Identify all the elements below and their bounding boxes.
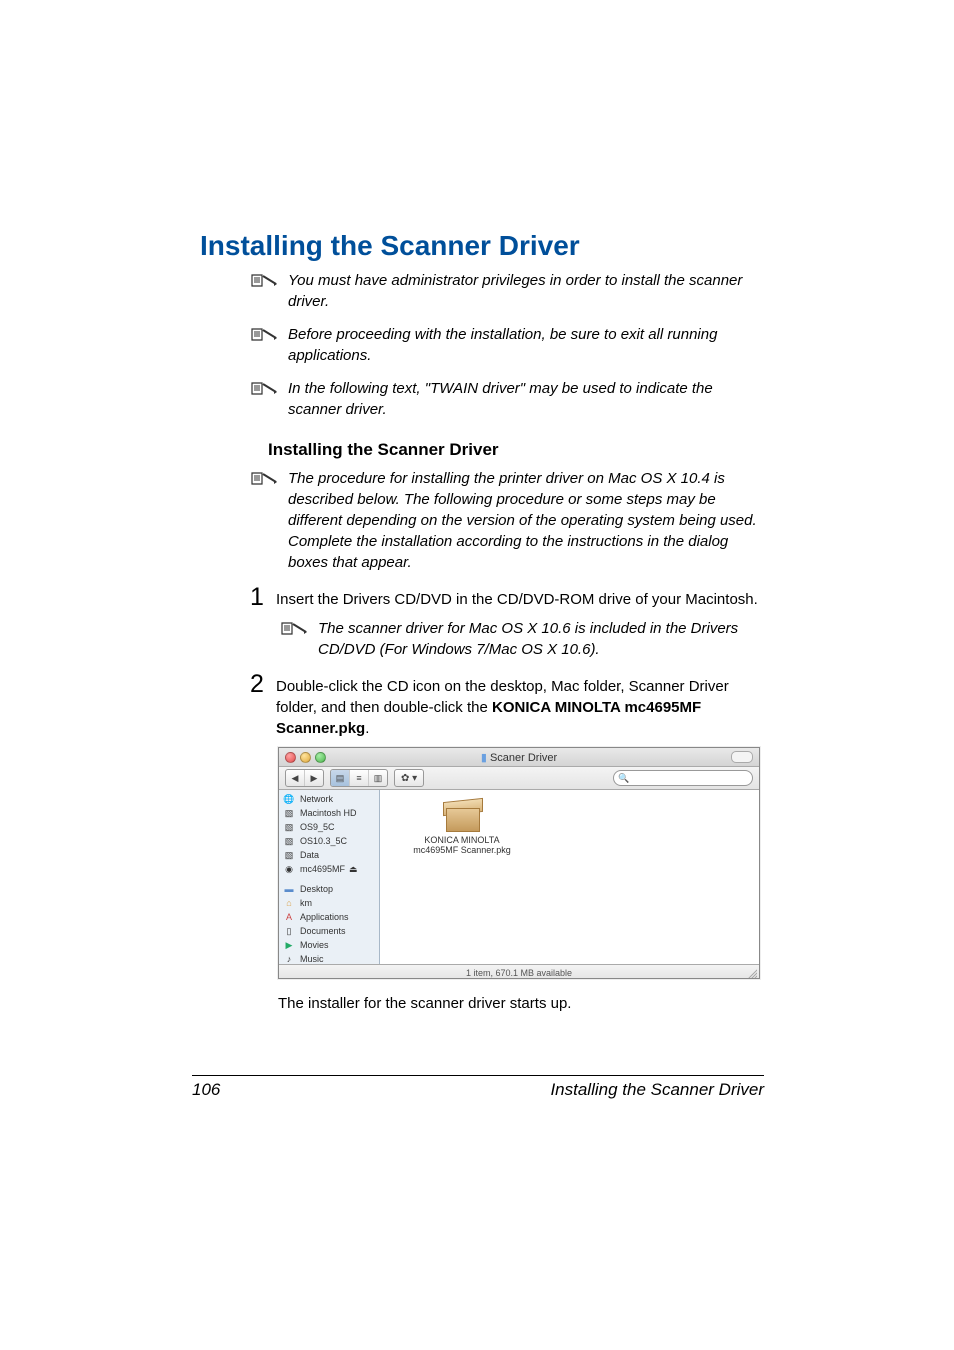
sidebar-item-label: Data: [300, 850, 319, 860]
note-icon: [250, 380, 278, 403]
window-title-text: Scaner Driver: [490, 752, 557, 764]
finder-window-screenshot: ▮ Scaner Driver ◀ ▶ ▤ ≡ ▥ ✿ ▾ 🔍: [278, 747, 760, 979]
sidebar-item-label: Movies: [300, 940, 329, 950]
step-note: The scanner driver for Mac OS X 10.6 is …: [318, 618, 760, 660]
disk-icon: ▧: [282, 849, 296, 861]
movies-icon: ▶: [282, 939, 296, 951]
back-forward-group: ◀ ▶: [285, 769, 324, 787]
folder-icon: ▮: [481, 752, 487, 764]
step-number: 1: [250, 585, 276, 610]
note-text: In the following text, "TWAIN driver" ma…: [288, 378, 760, 420]
note-text: You must have administrator privileges i…: [288, 270, 760, 312]
sidebar-item-label: Network: [300, 794, 333, 804]
sidebar-item-disk[interactable]: ▧ Data: [279, 848, 379, 862]
body-text: The installer for the scanner driver sta…: [278, 995, 760, 1012]
window-titlebar[interactable]: ▮ Scaner Driver: [279, 748, 759, 767]
page-title: Installing the Scanner Driver: [200, 230, 760, 262]
view-list-button[interactable]: ≡: [350, 770, 369, 786]
footer-title: Installing the Scanner Driver: [550, 1080, 764, 1100]
sidebar-item-label: OS9_5C: [300, 822, 335, 832]
status-bar: 1 item, 670.1 MB available: [279, 964, 759, 979]
desktop-icon: ▬: [282, 883, 296, 895]
eject-icon[interactable]: ⏏: [349, 864, 358, 875]
status-text: 1 item, 670.1 MB available: [466, 968, 572, 978]
note-icon: [250, 326, 278, 349]
disk-icon: ▧: [282, 821, 296, 833]
sidebar-item-label: Macintosh HD: [300, 808, 357, 818]
step-text-post: .: [365, 720, 369, 737]
sidebar-item-label: mc4695MF: [300, 864, 345, 874]
sidebar-item-documents[interactable]: ▯ Documents: [279, 924, 379, 938]
toolbar-toggle-button[interactable]: [731, 751, 753, 763]
view-icon-button[interactable]: ▤: [331, 770, 350, 786]
sidebar-item-applications[interactable]: A Applications: [279, 910, 379, 924]
cd-icon: ◉: [282, 863, 296, 875]
sidebar-item-label: km: [300, 898, 312, 908]
sidebar-item-disk[interactable]: ▧ OS10.3_5C: [279, 834, 379, 848]
search-input[interactable]: 🔍: [613, 770, 753, 786]
window-title: ▮ Scaner Driver: [279, 751, 759, 764]
sidebar-item-movies[interactable]: ▶ Movies: [279, 938, 379, 952]
step-number: 2: [250, 672, 276, 697]
package-file[interactable]: KONICA MINOLTA mc4695MF Scanner.pkg: [402, 798, 522, 855]
action-menu-button[interactable]: ✿ ▾: [394, 769, 424, 787]
search-icon: 🔍: [618, 773, 629, 784]
back-button[interactable]: ◀: [286, 770, 305, 786]
toolbar: ◀ ▶ ▤ ≡ ▥ ✿ ▾ 🔍: [279, 767, 759, 790]
subheading: Installing the Scanner Driver: [268, 440, 760, 460]
sidebar-item-desktop[interactable]: ▬ Desktop: [279, 882, 379, 896]
sidebar-item-home[interactable]: ⌂ km: [279, 896, 379, 910]
sidebar-item-label: Desktop: [300, 884, 333, 894]
page-number: 106: [192, 1080, 220, 1100]
file-label-line: mc4695MF Scanner.pkg: [402, 845, 522, 855]
step-text: Double-click the CD icon on the desktop,…: [276, 672, 760, 739]
view-column-button[interactable]: ▥: [369, 770, 387, 786]
sidebar-item-label: Documents: [300, 926, 346, 936]
step-text: Insert the Drivers CD/DVD in the CD/DVD-…: [276, 585, 758, 610]
view-mode-group: ▤ ≡ ▥: [330, 769, 388, 787]
home-icon: ⌂: [282, 897, 296, 909]
document-icon: ▯: [282, 925, 296, 937]
package-icon: [442, 798, 482, 832]
sidebar-item-label: Music: [300, 954, 324, 964]
sidebar-item-disk[interactable]: ▧ Macintosh HD: [279, 806, 379, 820]
disk-icon: ▧: [282, 807, 296, 819]
note-icon: [250, 272, 278, 295]
procedure-note: The procedure for installing the printer…: [288, 468, 760, 573]
sidebar-item-label: OS10.3_5C: [300, 836, 347, 846]
applications-icon: A: [282, 911, 296, 923]
file-label-line: KONICA MINOLTA: [402, 835, 522, 845]
sidebar-item-label: Applications: [300, 912, 349, 922]
sidebar-item-disk[interactable]: ▧ OS9_5C: [279, 820, 379, 834]
disk-icon: ▧: [282, 835, 296, 847]
note-text: Before proceeding with the installation,…: [288, 324, 760, 366]
music-icon: ♪: [282, 953, 296, 964]
note-icon: [280, 620, 308, 643]
page-footer: 106 Installing the Scanner Driver: [192, 1075, 764, 1100]
note-icon: [250, 470, 278, 493]
file-area[interactable]: KONICA MINOLTA mc4695MF Scanner.pkg: [380, 790, 759, 964]
sidebar-item-network[interactable]: 🌐 Network: [279, 792, 379, 806]
globe-icon: 🌐: [282, 793, 296, 805]
sidebar: 🌐 Network ▧ Macintosh HD ▧ OS9_5C ▧ OS10.3_5…: [279, 790, 380, 964]
sidebar-item-cd[interactable]: ◉ mc4695MF ⏏: [279, 862, 379, 876]
sidebar-item-music[interactable]: ♪ Music: [279, 952, 379, 964]
resize-grip-icon[interactable]: [745, 967, 757, 979]
forward-button[interactable]: ▶: [305, 770, 323, 786]
